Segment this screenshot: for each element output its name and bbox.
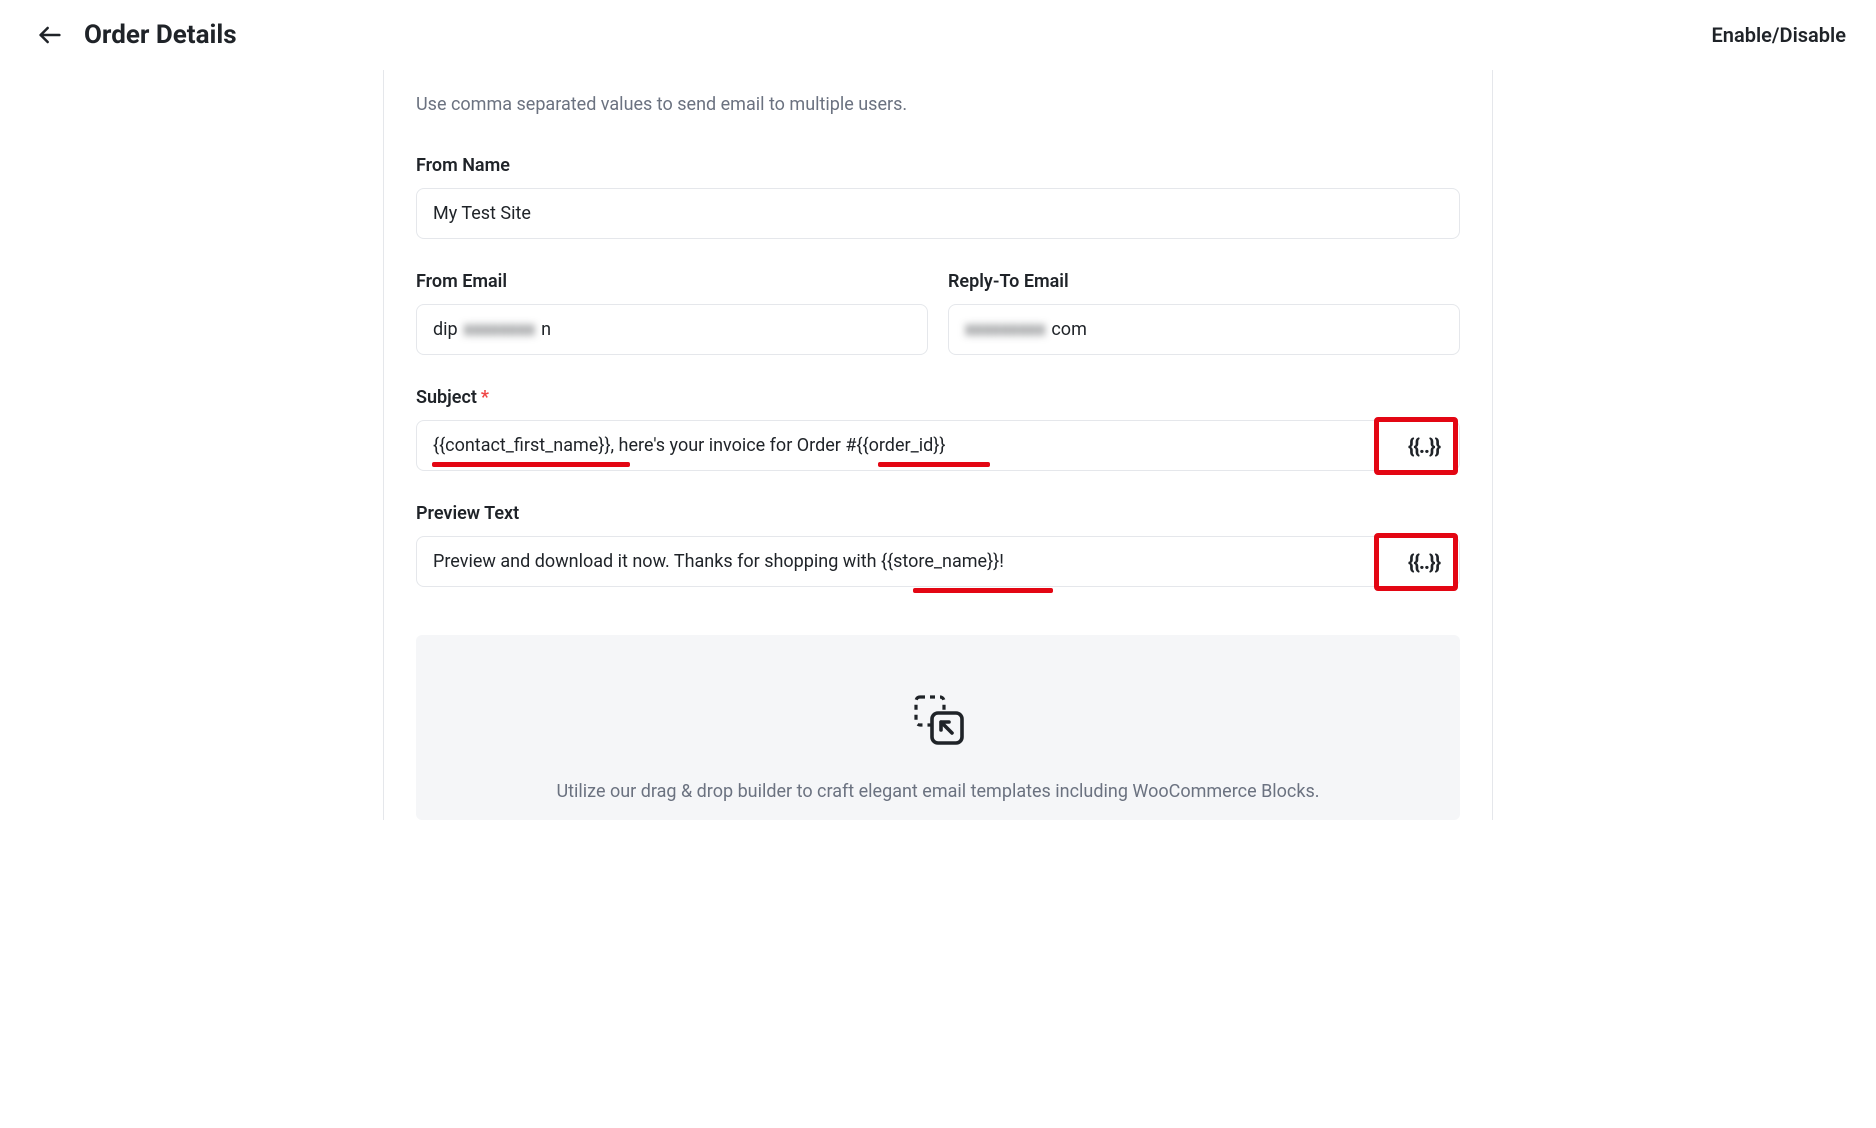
subject-input-wrap: {{..}} xyxy=(416,420,1460,471)
from-email-masked: xxxxxxxx xyxy=(464,319,535,340)
subject-merge-tag-button[interactable]: {{..}} xyxy=(1398,430,1450,462)
content-wrap: Use comma separated values to send email… xyxy=(0,70,1876,820)
reply-to-input[interactable]: xxxxxxxxx com xyxy=(948,304,1460,355)
reply-to-label: Reply-To Email xyxy=(948,271,1460,292)
underline-annotation-icon xyxy=(913,588,1053,593)
from-email-input[interactable]: dip xxxxxxxx n xyxy=(416,304,928,355)
from-name-group: From Name xyxy=(416,155,1460,239)
preview-merge-tag-button[interactable]: {{..}} xyxy=(1398,546,1450,578)
preview-text-group: Preview Text {{..}} xyxy=(416,503,1460,587)
preview-text-input-wrap: {{..}} xyxy=(416,536,1460,587)
from-email-label: From Email xyxy=(416,271,928,292)
reply-to-group: Reply-To Email xxxxxxxxx com xyxy=(948,271,1460,355)
email-row: From Email dip xxxxxxxx n Reply-To Email… xyxy=(416,271,1460,355)
enable-disable-toggle[interactable]: Enable/Disable xyxy=(1712,23,1846,47)
subject-label: Subject* xyxy=(416,387,1460,408)
builder-promo-text: Utilize our drag & drop builder to craft… xyxy=(456,781,1420,802)
from-email-group: From Email dip xxxxxxxx n xyxy=(416,271,928,355)
multi-email-hint: Use comma separated values to send email… xyxy=(416,70,1460,123)
reply-to-masked: xxxxxxxxx xyxy=(965,319,1045,340)
from-name-input[interactable] xyxy=(416,188,1460,239)
header-left: Order Details xyxy=(36,20,237,50)
preview-text-input[interactable] xyxy=(416,536,1460,587)
required-star-icon: * xyxy=(481,387,489,408)
settings-panel: Use comma separated values to send email… xyxy=(383,70,1493,820)
drag-drop-icon xyxy=(456,691,1420,751)
from-name-label: From Name xyxy=(416,155,1460,176)
from-email-prefix: dip xyxy=(433,319,458,340)
page-header: Order Details Enable/Disable xyxy=(0,0,1876,70)
subject-group: Subject* {{..}} xyxy=(416,387,1460,471)
back-arrow-icon[interactable] xyxy=(36,21,64,49)
preview-text-label: Preview Text xyxy=(416,503,1460,524)
from-email-suffix: n xyxy=(541,319,551,340)
builder-promo: Utilize our drag & drop builder to craft… xyxy=(416,635,1460,820)
reply-to-suffix: com xyxy=(1051,319,1086,340)
subject-input[interactable] xyxy=(416,420,1460,471)
subject-label-text: Subject xyxy=(416,387,477,408)
page-title: Order Details xyxy=(84,20,237,50)
